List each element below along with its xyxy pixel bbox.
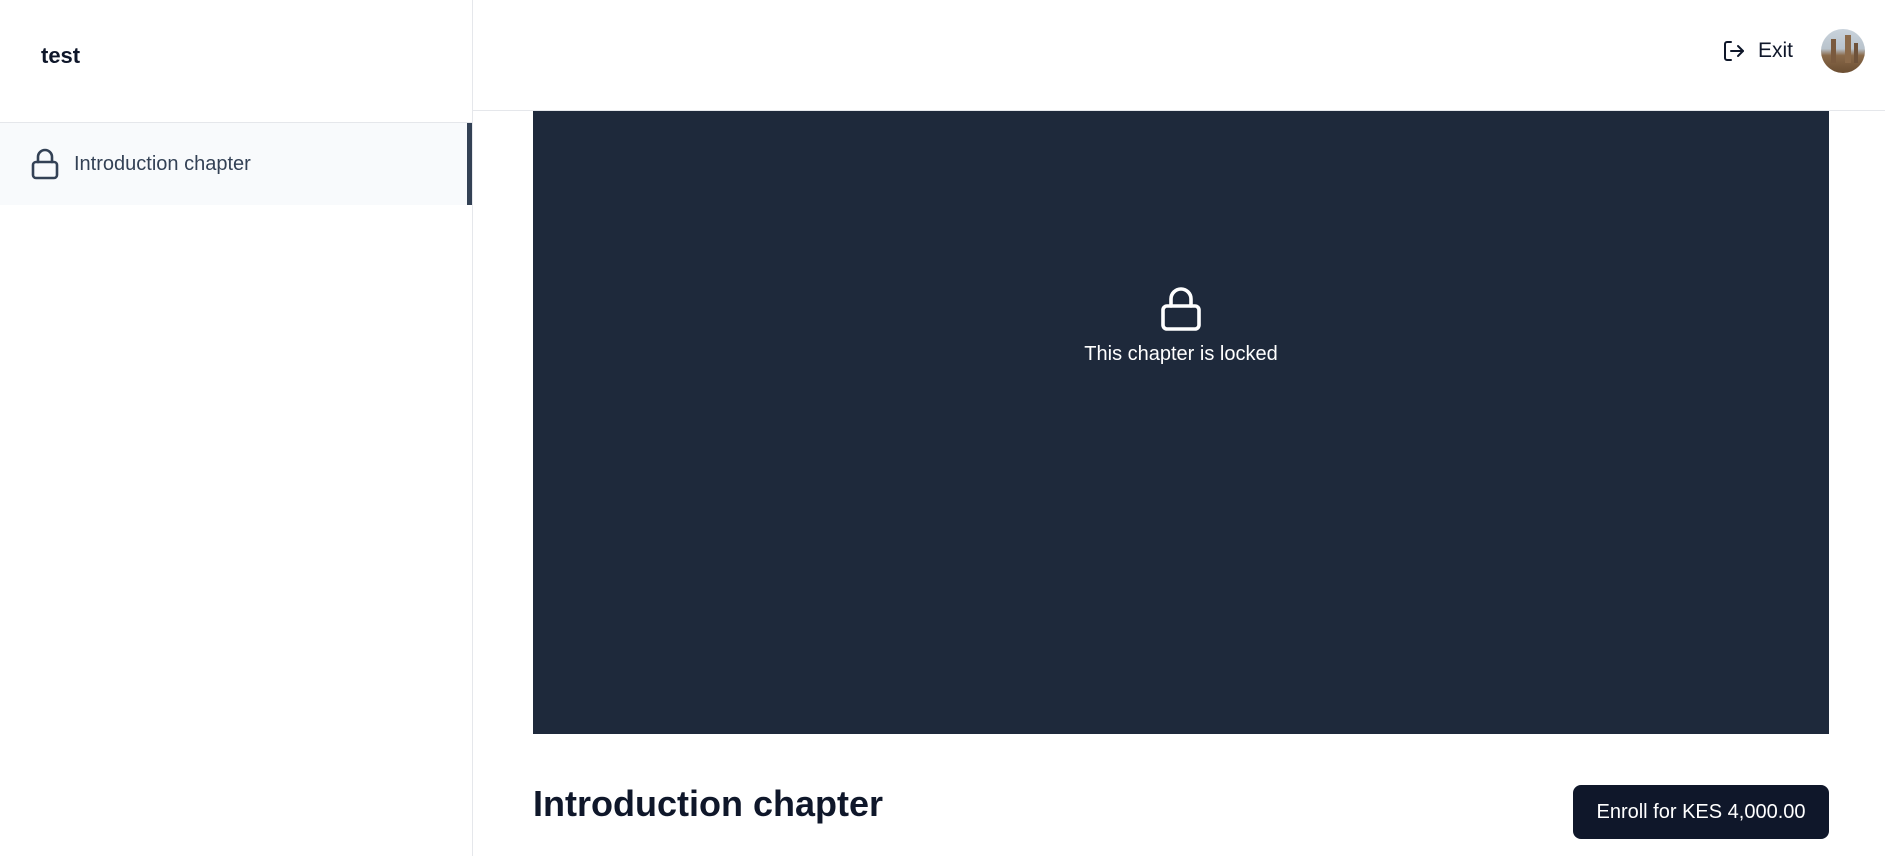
exit-button[interactable]: Exit (1722, 36, 1793, 66)
course-sidebar: test Introduction chapter (0, 0, 473, 856)
enroll-button[interactable]: Enroll for KES 4,000.00 (1573, 785, 1829, 839)
locked-message: This chapter is locked (1084, 343, 1278, 365)
sidebar-header: test (0, 0, 472, 123)
exit-label: Exit (1757, 39, 1793, 62)
top-bar: Exit (473, 0, 1885, 111)
lock-icon (30, 147, 60, 181)
sidebar-item-label: Introduction chapter (74, 152, 251, 175)
chapter-title: Introduction chapter (533, 783, 883, 824)
sidebar-item-introduction-chapter[interactable]: Introduction chapter (0, 123, 472, 205)
lock-icon (1159, 285, 1203, 333)
course-title: test (41, 43, 81, 68)
user-avatar[interactable] (1821, 29, 1865, 73)
locked-video-player: This chapter is locked (533, 111, 1829, 734)
log-out-icon (1722, 39, 1746, 63)
